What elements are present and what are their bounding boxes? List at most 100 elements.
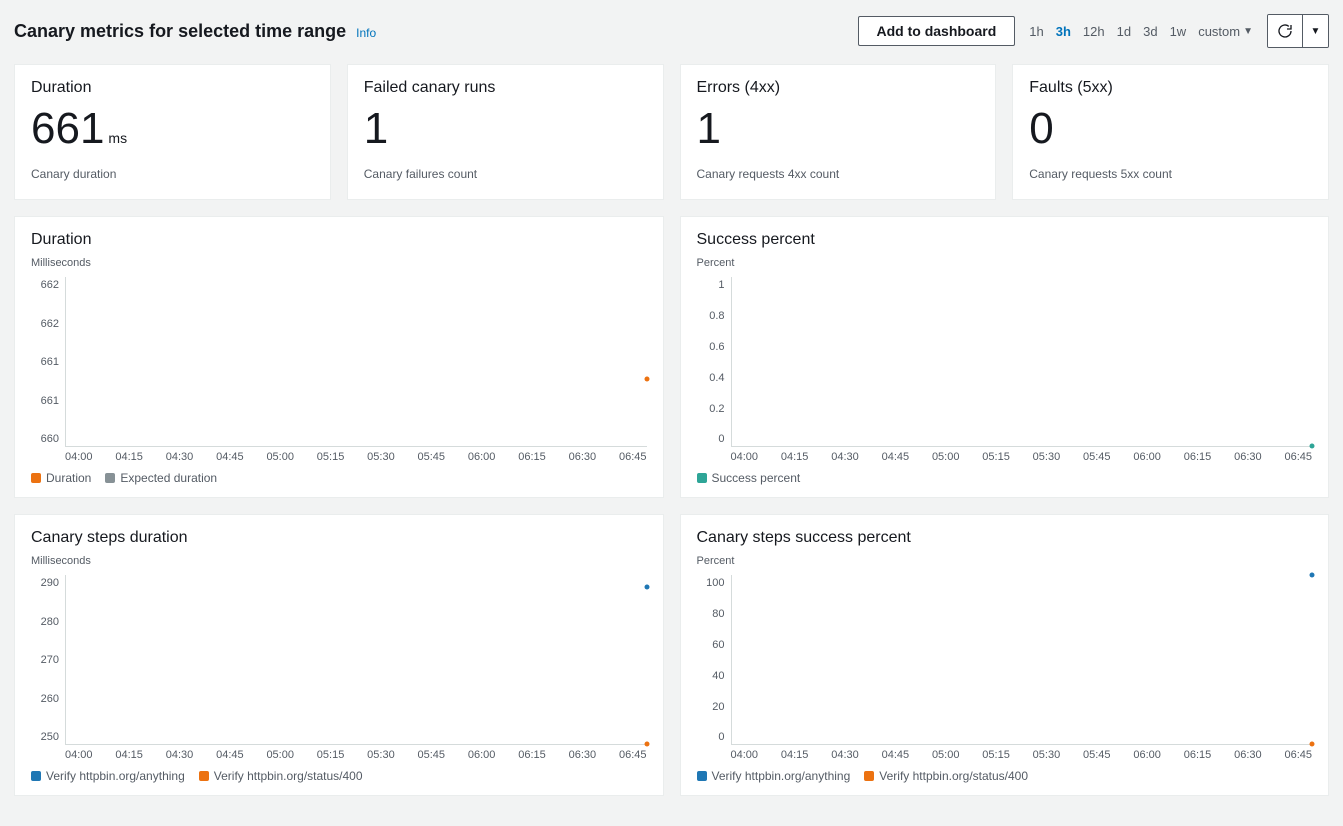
add-to-dashboard-button[interactable]: Add to dashboard — [858, 16, 1016, 46]
data-point[interactable] — [644, 376, 649, 381]
stat-title: Duration — [31, 79, 314, 97]
legend-item[interactable]: Expected duration — [105, 471, 217, 485]
y-tick: 0.4 — [709, 372, 724, 384]
y-tick: 662 — [41, 279, 59, 291]
chart-title: Success percent — [697, 231, 1313, 249]
x-tick: 06:45 — [619, 451, 647, 463]
stat-desc: Canary duration — [31, 167, 314, 181]
chart-row-2: Canary steps duration Milliseconds 29028… — [14, 514, 1329, 796]
chart-plot[interactable]: 662662661661660 — [31, 277, 647, 447]
x-tick: 05:30 — [367, 451, 395, 463]
y-tick: 280 — [41, 616, 59, 628]
y-tick: 0.6 — [709, 341, 724, 353]
header: Canary metrics for selected time range I… — [14, 14, 1329, 48]
x-tick: 05:00 — [932, 749, 960, 761]
x-tick: 06:30 — [569, 749, 597, 761]
y-tick: 20 — [712, 701, 724, 713]
time-range-custom[interactable]: custom ▼ — [1198, 24, 1253, 39]
x-tick: 04:00 — [65, 451, 93, 463]
y-tick: 250 — [41, 731, 59, 743]
x-tick: 05:45 — [418, 749, 446, 761]
caret-down-icon: ▼ — [1243, 26, 1253, 37]
stat-card-errors: Errors (4xx) 1 Canary requests 4xx count — [680, 64, 997, 200]
y-tick: 0 — [718, 433, 724, 445]
x-tick: 06:00 — [1133, 749, 1161, 761]
y-tick: 0.2 — [709, 403, 724, 415]
x-tick: 04:45 — [216, 749, 244, 761]
time-range-1d[interactable]: 1d — [1117, 24, 1131, 39]
legend-label: Expected duration — [120, 471, 217, 485]
chart-plot[interactable]: 290280270260250 — [31, 575, 647, 745]
x-tick: 04:30 — [166, 749, 194, 761]
chart-plot[interactable]: 10.80.60.40.20 — [697, 277, 1313, 447]
x-tick: 04:45 — [216, 451, 244, 463]
x-tick: 04:30 — [831, 749, 859, 761]
y-axis: 290280270260250 — [31, 575, 65, 745]
info-link[interactable]: Info — [356, 26, 376, 40]
plot-area — [731, 575, 1313, 745]
y-tick: 662 — [41, 318, 59, 330]
y-tick: 40 — [712, 670, 724, 682]
stat-value: 1 — [364, 105, 647, 153]
y-tick: 0 — [718, 731, 724, 743]
legend-item[interactable]: Verify httpbin.org/status/400 — [199, 769, 363, 783]
x-tick: 04:15 — [781, 451, 809, 463]
data-point[interactable] — [644, 742, 649, 747]
x-tick: 04:15 — [115, 749, 143, 761]
y-axis: 100806040200 — [697, 575, 731, 745]
chart-ylabel: Percent — [697, 555, 1313, 567]
chart-legend: Verify httpbin.org/anything Verify httpbi… — [31, 769, 647, 783]
legend-label: Duration — [46, 471, 91, 485]
refresh-icon — [1277, 23, 1293, 39]
stat-row: Duration 661 ms Canary duration Failed c… — [14, 64, 1329, 200]
time-range-3h[interactable]: 3h — [1056, 24, 1071, 39]
time-range-picker: 1h 3h 12h 1d 3d 1w custom ▼ — [1029, 24, 1253, 39]
legend-item[interactable]: Verify httpbin.org/anything — [31, 769, 185, 783]
y-tick: 1 — [718, 279, 724, 291]
time-range-12h[interactable]: 12h — [1083, 24, 1105, 39]
refresh-dropdown-button[interactable]: ▼ — [1302, 15, 1328, 47]
x-tick: 04:00 — [65, 749, 93, 761]
x-tick: 05:00 — [266, 749, 294, 761]
stat-title: Failed canary runs — [364, 79, 647, 97]
chart-steps-success: Canary steps success percent Percent 100… — [680, 514, 1330, 796]
time-range-1h[interactable]: 1h — [1029, 24, 1043, 39]
x-tick: 06:45 — [1284, 749, 1312, 761]
x-tick: 06:15 — [1184, 451, 1212, 463]
refresh-group: ▼ — [1267, 14, 1329, 48]
stat-number: 1 — [364, 105, 388, 153]
legend-label: Verify httpbin.org/status/400 — [879, 769, 1028, 783]
chart-legend: Duration Expected duration — [31, 471, 647, 485]
x-tick: 04:00 — [731, 451, 759, 463]
chart-ylabel: Milliseconds — [31, 555, 647, 567]
stat-unit: ms — [108, 131, 127, 146]
data-point[interactable] — [1310, 742, 1315, 747]
x-tick: 04:45 — [882, 749, 910, 761]
data-point[interactable] — [1310, 573, 1315, 578]
data-point[interactable] — [644, 584, 649, 589]
legend-label: Verify httpbin.org/anything — [712, 769, 851, 783]
chart-plot[interactable]: 100806040200 — [697, 575, 1313, 745]
legend-item[interactable]: Success percent — [697, 471, 801, 485]
data-point[interactable] — [1310, 444, 1315, 449]
y-tick: 80 — [712, 608, 724, 620]
stat-number: 661 — [31, 105, 104, 153]
time-range-1w[interactable]: 1w — [1170, 24, 1187, 39]
legend-swatch — [697, 473, 707, 483]
legend-item[interactable]: Duration — [31, 471, 91, 485]
y-axis: 662662661661660 — [31, 277, 65, 447]
legend-label: Verify httpbin.org/anything — [46, 769, 185, 783]
stat-card-duration: Duration 661 ms Canary duration — [14, 64, 331, 200]
time-range-3d[interactable]: 3d — [1143, 24, 1157, 39]
stat-value: 1 — [697, 105, 980, 153]
stat-desc: Canary failures count — [364, 167, 647, 181]
stat-title: Faults (5xx) — [1029, 79, 1312, 97]
refresh-button[interactable] — [1268, 15, 1302, 47]
legend-item[interactable]: Verify httpbin.org/status/400 — [864, 769, 1028, 783]
x-tick: 04:30 — [831, 451, 859, 463]
chart-steps-duration: Canary steps duration Milliseconds 29028… — [14, 514, 664, 796]
x-tick: 06:45 — [1284, 451, 1312, 463]
legend-item[interactable]: Verify httpbin.org/anything — [697, 769, 851, 783]
legend-label: Verify httpbin.org/status/400 — [214, 769, 363, 783]
x-tick: 04:30 — [166, 451, 194, 463]
